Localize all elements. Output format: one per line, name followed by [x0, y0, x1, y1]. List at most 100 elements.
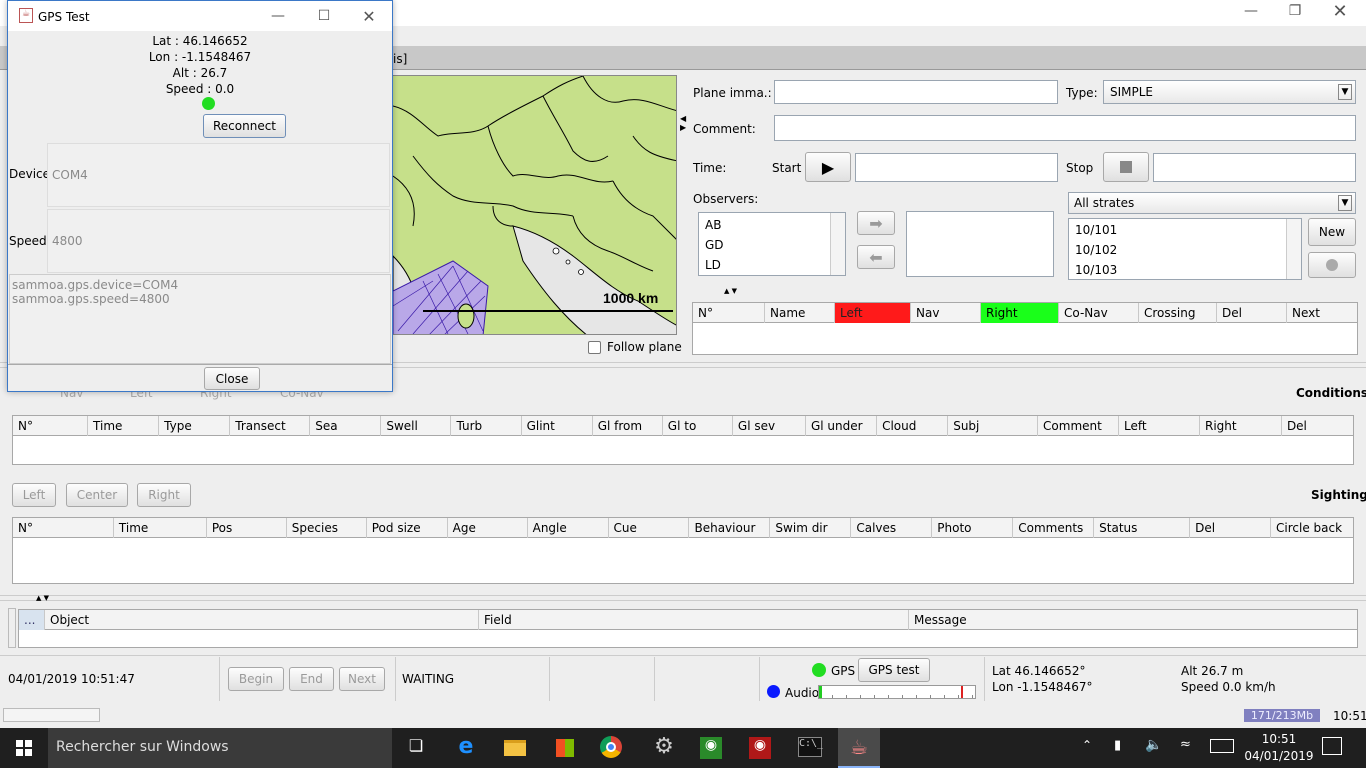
column-header[interactable]: Co-Nav	[1059, 303, 1139, 323]
new-strata-button[interactable]: New	[1308, 218, 1356, 246]
gps-log-area[interactable]: sammoa.gps.device=COM4 sammoa.gps.speed=…	[9, 274, 391, 364]
column-header[interactable]: Name	[765, 303, 835, 323]
selected-observers-list[interactable]	[906, 211, 1054, 277]
column-header[interactable]: Pod size	[367, 518, 448, 538]
column-header[interactable]: Nav	[911, 303, 981, 323]
comment-input[interactable]	[774, 115, 1356, 141]
column-header[interactable]: Calves	[851, 518, 933, 538]
terminal-icon[interactable]: C:\_	[798, 737, 823, 757]
taskbar-date[interactable]: 04/01/2019	[1244, 749, 1314, 763]
column-header-right[interactable]: Right	[981, 303, 1059, 323]
strata-select[interactable]: All strates ▼	[1068, 192, 1356, 214]
sighting-left-button[interactable]: Left	[12, 483, 56, 507]
list-item[interactable]: GD	[699, 235, 845, 255]
column-header[interactable]: Comment	[1038, 416, 1120, 436]
start-button[interactable]	[0, 728, 48, 768]
gps-test-button[interactable]: GPS test	[858, 658, 930, 682]
close-button[interactable]: ✕	[1320, 0, 1360, 22]
column-header[interactable]: Object	[45, 610, 479, 630]
sighting-table-body[interactable]	[12, 538, 1354, 584]
column-header[interactable]: Swim dir	[770, 518, 852, 538]
split-arrow-icon[interactable]: ◀ ▶	[680, 114, 686, 132]
column-header[interactable]: Transect	[230, 416, 311, 436]
edge-icon[interactable]: e	[450, 734, 482, 762]
notification-icon[interactable]	[1322, 737, 1342, 755]
eye-red-app-icon[interactable]: ◉	[749, 737, 771, 759]
start-time-input[interactable]	[855, 153, 1058, 182]
tab-label[interactable]: is]	[393, 52, 407, 66]
list-item[interactable]: AB	[699, 215, 845, 235]
column-header[interactable]: Crossing	[1139, 303, 1217, 323]
column-header[interactable]: Gl from	[593, 416, 663, 436]
chevron-up-icon[interactable]: ⌃	[1082, 738, 1092, 752]
column-header[interactable]: Cloud	[877, 416, 949, 436]
collapse-arrows-icon[interactable]: ▲ ▼	[724, 287, 737, 295]
sighting-right-button[interactable]: Right	[137, 483, 191, 507]
column-header[interactable]: Right	[1200, 416, 1282, 436]
column-header[interactable]: Gl to	[663, 416, 733, 436]
list-item[interactable]: 10/103	[1069, 260, 1301, 280]
strata-list[interactable]: 10/101 10/102 10/103	[1068, 218, 1302, 280]
stop-button[interactable]	[1103, 152, 1149, 182]
column-header[interactable]: Type	[159, 416, 231, 436]
column-header[interactable]: Cue	[609, 518, 690, 538]
column-header[interactable]: Del	[1217, 303, 1287, 323]
dialog-maximize-button[interactable]: ☐	[304, 5, 344, 27]
java-app-icon[interactable]: ☕	[838, 728, 880, 768]
end-button[interactable]: End	[289, 667, 334, 691]
maximize-button[interactable]: ❐	[1275, 0, 1315, 22]
add-observer-button[interactable]: ➡	[857, 211, 895, 235]
gear-app-icon[interactable]: ⚙	[650, 734, 678, 762]
log-left-strip[interactable]	[8, 608, 16, 648]
scrollbar[interactable]	[830, 213, 845, 275]
column-header[interactable]: Sea	[310, 416, 382, 436]
column-header[interactable]: N°	[13, 416, 89, 436]
observers-list[interactable]: AB GD LD	[698, 212, 846, 276]
column-header[interactable]: Gl under	[806, 416, 878, 436]
column-header[interactable]: Circle back	[1271, 518, 1353, 538]
column-header[interactable]: Status	[1094, 518, 1191, 538]
column-header[interactable]: Swell	[381, 416, 452, 436]
list-item[interactable]: 10/101	[1069, 220, 1301, 240]
sighting-center-button[interactable]: Center	[66, 483, 128, 507]
remove-observer-button[interactable]: ⬅	[857, 245, 895, 269]
column-header[interactable]: Age	[448, 518, 528, 538]
reconnect-button[interactable]: Reconnect	[203, 114, 286, 138]
column-header[interactable]: Del	[1190, 518, 1272, 538]
taskbar-search-box[interactable]: Rechercher sur Windows	[48, 728, 392, 768]
conditions-table-body[interactable]	[12, 436, 1354, 465]
file-explorer-icon[interactable]	[500, 736, 530, 760]
start-button[interactable]: ▶	[805, 152, 851, 182]
split-divider[interactable]	[0, 595, 1366, 601]
close-dialog-button[interactable]: Close	[204, 367, 260, 390]
keyboard-icon[interactable]	[1210, 739, 1234, 753]
minimize-button[interactable]: —	[1231, 0, 1271, 22]
scrollbar[interactable]	[1286, 219, 1301, 279]
dialog-close-button[interactable]: ✕	[349, 5, 389, 27]
column-header[interactable]: N°	[13, 518, 114, 538]
column-header-sort[interactable]: ...	[19, 610, 45, 630]
taskbar-time[interactable]: 10:51	[1248, 732, 1310, 746]
column-header[interactable]: Pos	[207, 518, 287, 538]
column-header[interactable]: Subj	[948, 416, 1039, 436]
eye-app-icon[interactable]: ◉	[700, 737, 722, 759]
task-view-icon[interactable]: ❏	[400, 736, 432, 760]
column-header[interactable]: Gl sev	[733, 416, 806, 436]
column-header[interactable]: Glint	[522, 416, 593, 436]
volume-icon[interactable]: 🔈	[1145, 737, 1162, 753]
begin-button[interactable]: Begin	[228, 667, 284, 691]
log-table-body[interactable]	[18, 630, 1358, 648]
list-item[interactable]: 10/102	[1069, 240, 1301, 260]
column-header[interactable]: Del	[1282, 416, 1353, 436]
map-panel[interactable]: 1000 km	[392, 75, 677, 335]
strata-record-button[interactable]	[1308, 252, 1356, 278]
type-select[interactable]: SIMPLE ▼	[1103, 80, 1356, 104]
collapse-arrows-icon[interactable]: ▲ ▼	[36, 594, 49, 602]
stop-time-input[interactable]	[1153, 153, 1356, 182]
column-header[interactable]: Photo	[932, 518, 1014, 538]
follow-plane-checkbox[interactable]	[588, 341, 601, 354]
column-header[interactable]: Turb	[451, 416, 522, 436]
wifi-icon[interactable]: ≈	[1180, 737, 1191, 752]
speed-field[interactable]: 4800	[47, 209, 390, 273]
column-header[interactable]: Time	[114, 518, 207, 538]
